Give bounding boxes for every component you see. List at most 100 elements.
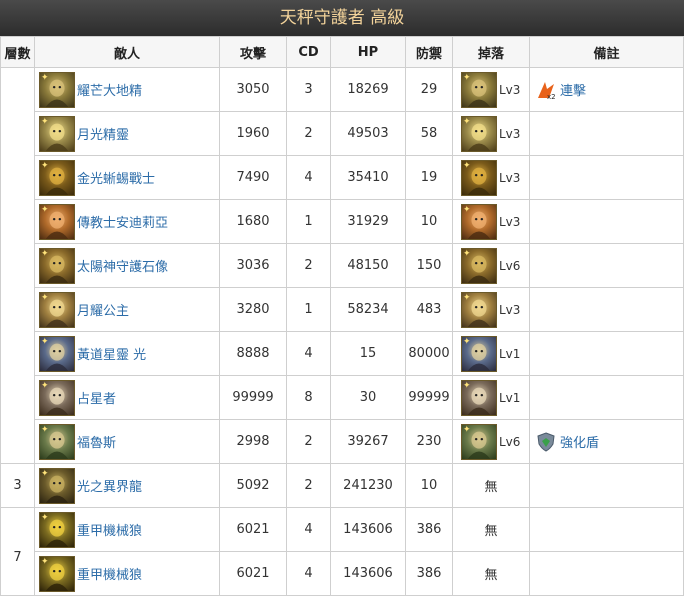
cd-cell: 8 [286, 375, 331, 420]
table-row: ✦ 福魯斯 2998 2 39267 230 ✦ Lv6 強化盾 [1, 419, 684, 464]
cd-cell: 2 [286, 463, 331, 508]
drop-cell: ✦ Lv3 [452, 287, 530, 332]
sun-statue-portrait-icon[interactable]: ✦ [39, 247, 75, 284]
mech-wolf-portrait-icon[interactable]: ✦ [39, 555, 75, 592]
hp-cell: 15 [330, 331, 406, 376]
enemy-name-link[interactable]: 月光精靈 [77, 128, 129, 143]
enemy-cell: ✦ 黃道星靈 光 [34, 331, 220, 376]
attack-cell: 8888 [219, 331, 287, 376]
defense-cell: 10 [405, 463, 453, 508]
enemy-name-link[interactable]: 光之異界龍 [77, 480, 142, 495]
enemy-cell: ✦ 光之異界龍 [34, 463, 220, 508]
astrologer-portrait-icon[interactable]: ✦ [39, 379, 75, 416]
combo-skill-icon[interactable]: x2 [536, 80, 556, 101]
floor-cell [0, 67, 35, 464]
attack-cell: 6021 [219, 551, 287, 596]
drop-cell: ✦ Lv3 [452, 155, 530, 200]
enemy-name-link[interactable]: 重甲機械狼 [77, 568, 142, 583]
enemy-cell: ✦ 占星者 [34, 375, 220, 420]
combo-note-link[interactable]: 連擊 [560, 84, 586, 99]
attribute-star-icon: ✦ [463, 160, 471, 171]
cd-cell: 4 [286, 331, 331, 376]
attribute-star-icon: ✦ [41, 292, 49, 303]
attribute-star-icon: ✦ [41, 204, 49, 215]
note-cell [529, 507, 684, 552]
enemy-cell: ✦ 傳教士安迪莉亞 [34, 199, 220, 244]
goblin-portrait-icon[interactable]: ✦ [39, 71, 75, 108]
hp-cell: 241230 [330, 463, 406, 508]
hp-cell: 143606 [330, 507, 406, 552]
attribute-star-icon: ✦ [41, 556, 49, 567]
drop-cell: ✦ Lv3 [452, 111, 530, 156]
attribute-star-icon: ✦ [463, 116, 471, 127]
floor-cell: 3 [0, 463, 35, 508]
enemy-cell: ✦ 重甲機械狼 [34, 507, 220, 552]
enemy-cell: ✦ 月光精靈 [34, 111, 220, 156]
drop-pholus-portrait-icon[interactable]: ✦ [461, 423, 497, 460]
drop-missionary-portrait-icon[interactable]: ✦ [461, 203, 497, 240]
note-cell: x2 連擊 [529, 67, 684, 112]
drop-goblin-portrait-icon[interactable]: ✦ [461, 71, 497, 108]
header-note: 備註 [529, 36, 684, 68]
header-attack: 攻擊 [219, 36, 287, 68]
enemy-name-link[interactable]: 月耀公主 [77, 304, 129, 319]
enemy-name-link[interactable]: 重甲機械狼 [77, 524, 142, 539]
drop-cell: 無 [452, 551, 530, 596]
attribute-star-icon: ✦ [463, 72, 471, 83]
attack-cell: 1680 [219, 199, 287, 244]
enemy-name-link[interactable]: 太陽神守護石像 [77, 260, 168, 275]
enemy-name-link[interactable]: 占星者 [77, 392, 116, 407]
drop-moon-princess-portrait-icon[interactable]: ✦ [461, 291, 497, 328]
note-cell [529, 287, 684, 332]
shield-note-link[interactable]: 強化盾 [560, 436, 599, 451]
attribute-star-icon: ✦ [41, 160, 49, 171]
drop-sun-statue-portrait-icon[interactable]: ✦ [461, 247, 497, 284]
dragon-portrait-icon[interactable]: ✦ [39, 467, 75, 504]
header-cd: CD [286, 36, 331, 68]
cd-cell: 4 [286, 155, 331, 200]
missionary-portrait-icon[interactable]: ✦ [39, 203, 75, 240]
drop-level: Lv3 [499, 126, 521, 141]
attack-cell: 3280 [219, 287, 287, 332]
drop-level: Lv1 [499, 390, 521, 405]
attribute-star-icon: ✦ [41, 72, 49, 83]
drop-cell: 無 [452, 463, 530, 508]
attack-cell: 3036 [219, 243, 287, 288]
drop-level: Lv3 [499, 170, 521, 185]
shield-skill-icon[interactable] [536, 431, 556, 452]
attack-cell: 2998 [219, 419, 287, 464]
enemy-name-link[interactable]: 傳教士安迪莉亞 [77, 216, 168, 231]
attribute-star-icon: ✦ [463, 248, 471, 259]
attribute-star-icon: ✦ [41, 248, 49, 259]
enemy-name-link[interactable]: 黃道星靈 光 [77, 348, 146, 363]
hp-cell: 143606 [330, 551, 406, 596]
note-cell [529, 375, 684, 420]
table-row: 7 ✦ 重甲機械狼 6021 4 143606 386 無 [0, 507, 684, 596]
drop-moon-spirit-portrait-icon[interactable]: ✦ [461, 115, 497, 152]
enemy-name-link[interactable]: 福魯斯 [77, 436, 116, 451]
defense-cell: 483 [405, 287, 453, 332]
moon-spirit-portrait-icon[interactable]: ✦ [39, 115, 75, 152]
defense-cell: 150 [405, 243, 453, 288]
hp-cell: 18269 [330, 67, 406, 112]
cd-cell: 1 [286, 199, 331, 244]
drop-astrologer-portrait-icon[interactable]: ✦ [461, 379, 497, 416]
attribute-star-icon: ✦ [41, 512, 49, 523]
attribute-star-icon: ✦ [41, 424, 49, 435]
cd-cell: 2 [286, 111, 331, 156]
pholus-portrait-icon[interactable]: ✦ [39, 423, 75, 460]
enemy-name-link[interactable]: 金光蜥蜴戰士 [77, 172, 155, 187]
table-row: ✦ 占星者 99999 8 30 99999 ✦ Lv1 [1, 375, 684, 420]
cd-cell: 2 [286, 243, 331, 288]
enemy-table: 層數 敵人 攻擊 CD HP 防禦 掉落 備註 ✦ 耀芒大地精 3050 3 18269… [0, 36, 684, 596]
mech-wolf-portrait-icon[interactable]: ✦ [39, 511, 75, 548]
moon-princess-portrait-icon[interactable]: ✦ [39, 291, 75, 328]
enemy-name-link[interactable]: 耀芒大地精 [77, 84, 142, 99]
lizard-warrior-portrait-icon[interactable]: ✦ [39, 159, 75, 196]
svg-text:x2: x2 [547, 93, 556, 100]
zodiac-spirit-portrait-icon[interactable]: ✦ [39, 335, 75, 372]
drop-lizard-warrior-portrait-icon[interactable]: ✦ [461, 159, 497, 196]
enemy-cell: ✦ 太陽神守護石像 [34, 243, 220, 288]
drop-cell: ✦ Lv3 [452, 67, 530, 112]
drop-zodiac-spirit-portrait-icon[interactable]: ✦ [461, 335, 497, 372]
